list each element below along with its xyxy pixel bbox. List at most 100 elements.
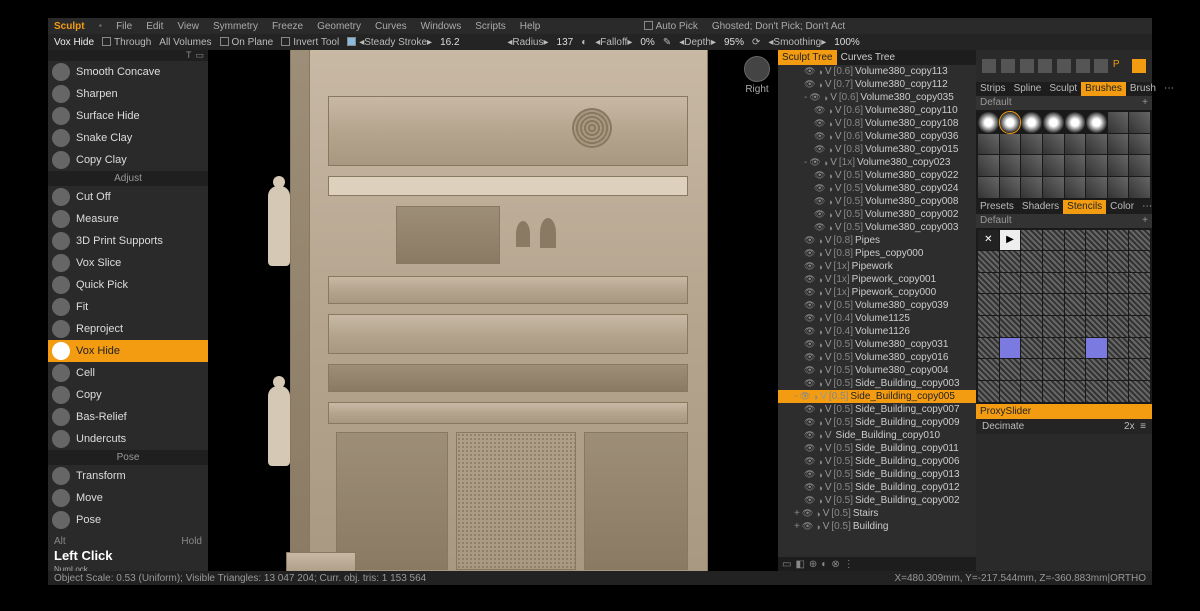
ghost-icon[interactable]: ◑ bbox=[817, 327, 822, 337]
visibility-icon[interactable]: 👁 bbox=[804, 378, 815, 389]
toggle-autopick[interactable]: Auto Pick bbox=[644, 21, 698, 32]
tree-item[interactable]: 👁◑V [0.5]Volume380_copy039 bbox=[778, 299, 976, 312]
opt-invert[interactable]: Invert Tool bbox=[281, 37, 339, 48]
tool-quick-pick[interactable]: Quick Pick bbox=[48, 274, 208, 296]
stencil-item[interactable] bbox=[978, 316, 999, 337]
ghost-icon[interactable]: ◑ bbox=[827, 223, 832, 233]
stencil-item[interactable] bbox=[1129, 359, 1150, 380]
tree-item[interactable]: 👁◑V Side_Building_copy010 bbox=[778, 429, 976, 442]
decimate-row[interactable]: Decimate 2x ≡ bbox=[976, 419, 1152, 434]
stencil-item[interactable] bbox=[1021, 381, 1042, 402]
tool-reproject[interactable]: Reproject bbox=[48, 318, 208, 340]
tree-item[interactable]: 👁◑V [1x]Pipework bbox=[778, 260, 976, 273]
stencil-item[interactable] bbox=[1021, 294, 1042, 315]
visibility-icon[interactable]: 👁 bbox=[814, 144, 825, 155]
tree-item[interactable]: 👁◑V [0.7]Volume380_copy112 bbox=[778, 78, 976, 91]
brush-folder[interactable]: Default+ bbox=[976, 96, 1152, 110]
opt-falloff-val[interactable]: 0% bbox=[640, 37, 654, 48]
tool-snake-clay[interactable]: Snake Clay bbox=[48, 127, 208, 149]
tool-icon[interactable] bbox=[1132, 59, 1146, 73]
tree-item[interactable]: 👁◑V [0.5]Volume380_copy016 bbox=[778, 351, 976, 364]
brush-item[interactable] bbox=[1108, 112, 1129, 133]
stencil-item[interactable]: ✕ bbox=[978, 230, 999, 251]
stencil-item[interactable] bbox=[1000, 338, 1021, 359]
visibility-icon[interactable]: 👁 bbox=[814, 131, 825, 142]
stencil-item[interactable] bbox=[1000, 381, 1021, 402]
ghost-icon[interactable]: ◑ bbox=[827, 145, 832, 155]
stencil-item[interactable] bbox=[1021, 359, 1042, 380]
stencil-item[interactable] bbox=[1043, 338, 1064, 359]
stencil-item[interactable] bbox=[1043, 316, 1064, 337]
brush-item[interactable] bbox=[1000, 155, 1021, 176]
tree-item[interactable]: 👁◑V [0.5]Volume380_copy002 bbox=[778, 208, 976, 221]
brush-item[interactable] bbox=[1086, 177, 1107, 198]
stencil-item[interactable] bbox=[1065, 338, 1086, 359]
stencil-item[interactable] bbox=[1129, 316, 1150, 337]
stencil-folder[interactable]: Default+ bbox=[976, 214, 1152, 228]
stencil-item[interactable] bbox=[1108, 294, 1129, 315]
stencil-item[interactable] bbox=[1043, 273, 1064, 294]
add-icon[interactable]: + bbox=[1142, 214, 1148, 228]
brush-item[interactable] bbox=[1065, 155, 1086, 176]
tab-sculpt[interactable]: Sculpt bbox=[1045, 82, 1081, 96]
tool-surface-hide[interactable]: Surface Hide bbox=[48, 105, 208, 127]
tree-item[interactable]: 👁◑V [0.5]Volume380_copy003 bbox=[778, 221, 976, 234]
tree-item[interactable]: -👁◑V [0.6]Volume380_copy035 bbox=[778, 91, 976, 104]
tree-item[interactable]: 👁◑V [0.8]Volume380_copy108 bbox=[778, 117, 976, 130]
tree-item[interactable]: 👁◑V [0.8]Pipes bbox=[778, 234, 976, 247]
brush-item[interactable] bbox=[978, 134, 999, 155]
visibility-icon[interactable]: 👁 bbox=[814, 118, 825, 129]
ghost-icon[interactable]: ◑ bbox=[817, 275, 822, 285]
brush-item[interactable] bbox=[1000, 112, 1021, 133]
tree-item[interactable]: 👁◑V [0.4]Volume1126 bbox=[778, 325, 976, 338]
stencil-item[interactable] bbox=[1086, 359, 1107, 380]
stencil-item[interactable] bbox=[1086, 294, 1107, 315]
stencil-item[interactable] bbox=[1043, 359, 1064, 380]
ghost-icon[interactable]: ◑ bbox=[827, 197, 832, 207]
menu-scripts[interactable]: Scripts bbox=[475, 21, 506, 32]
visibility-icon[interactable]: 👁 bbox=[804, 326, 815, 337]
ghost-icon[interactable]: ◑ bbox=[817, 483, 822, 493]
brush-item[interactable] bbox=[1065, 177, 1086, 198]
stencil-item[interactable] bbox=[1129, 338, 1150, 359]
brush-item[interactable] bbox=[1129, 112, 1150, 133]
stencil-item[interactable] bbox=[1000, 273, 1021, 294]
stencil-item[interactable] bbox=[1043, 230, 1064, 251]
stencil-item[interactable] bbox=[1021, 251, 1042, 272]
brush-item[interactable] bbox=[1108, 177, 1129, 198]
tool-bas-relief[interactable]: Bas-Relief bbox=[48, 406, 208, 428]
brush-item[interactable] bbox=[1086, 134, 1107, 155]
brush-item[interactable] bbox=[978, 112, 999, 133]
stencil-item[interactable] bbox=[1000, 294, 1021, 315]
tree-item[interactable]: 👁◑V [0.5]Side_Building_copy003 bbox=[778, 377, 976, 390]
tab-spline[interactable]: Spline bbox=[1010, 82, 1046, 96]
stencil-item[interactable]: ▶ bbox=[1000, 230, 1021, 251]
visibility-icon[interactable]: 👁 bbox=[814, 170, 825, 181]
tree-item[interactable]: 👁◑V [0.5]Side_Building_copy009 bbox=[778, 416, 976, 429]
tab-presets[interactable]: Presets bbox=[976, 200, 1018, 214]
opt-stroke[interactable]: ◂Steady Stroke▸ bbox=[347, 37, 432, 48]
stencil-item[interactable] bbox=[1021, 316, 1042, 337]
tool-copy-clay[interactable]: Copy Clay bbox=[48, 149, 208, 171]
ghost-icon[interactable]: ◑ bbox=[817, 418, 822, 428]
tool-icon[interactable] bbox=[1094, 59, 1108, 73]
tool-icon[interactable] bbox=[1020, 59, 1034, 73]
ghost-icon[interactable]: ◑ bbox=[817, 379, 822, 389]
visibility-icon[interactable]: 👁 bbox=[804, 404, 815, 415]
brush-item[interactable] bbox=[1065, 112, 1086, 133]
tool-transform[interactable]: Transform bbox=[48, 465, 208, 487]
stencil-item[interactable] bbox=[978, 251, 999, 272]
tool-smooth-concave[interactable]: Smooth Concave bbox=[48, 61, 208, 83]
tool-vox-hide[interactable]: Vox Hide bbox=[48, 340, 208, 362]
viewport[interactable]: Right bbox=[208, 50, 778, 571]
stencil-item[interactable] bbox=[1086, 273, 1107, 294]
menu-geometry[interactable]: Geometry bbox=[317, 21, 361, 32]
ghost-icon[interactable]: ◑ bbox=[817, 366, 822, 376]
tool-cut-off[interactable]: Cut Off bbox=[48, 186, 208, 208]
stencil-item[interactable] bbox=[1086, 251, 1107, 272]
stencil-item[interactable] bbox=[1043, 251, 1064, 272]
brush-item[interactable] bbox=[1043, 155, 1064, 176]
stencil-item[interactable] bbox=[1129, 294, 1150, 315]
stencil-item[interactable] bbox=[1108, 273, 1129, 294]
menu-help[interactable]: Help bbox=[520, 21, 541, 32]
